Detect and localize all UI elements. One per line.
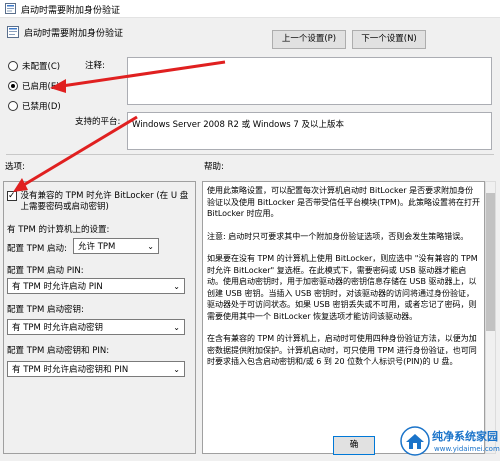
allow-no-tpm-option[interactable]: ✓ 没有兼容的 TPM 时允许 BitLocker (在 U 盘上需要密码或启动… [7, 191, 193, 213]
site-watermark: 纯净系统家园 www.yidaimei.com [400, 420, 500, 461]
supported-platform-field: Windows Server 2008 R2 或 Windows 7 及以上版本 [127, 112, 492, 150]
checkbox-label: 没有兼容的 TPM 时允许 BitLocker (在 U 盘上需要密码或启动密钥… [20, 191, 189, 212]
dropdown-value: 有 TPM 时允许启动密钥和 PIN [12, 365, 129, 375]
tpm-key-dropdown[interactable]: 有 TPM 时允许启动密钥 ⌄ [7, 319, 185, 335]
title-bar: 启动时需要附加身份验证 [0, 0, 500, 18]
help-paragraph: 使用此策略设置，可以配置每次计算机启动时 BitLocker 是否要求附加身份验… [207, 186, 480, 218]
radio-disabled[interactable]: 已禁用(D) [8, 100, 61, 112]
options-panel [3, 181, 196, 454]
radio-label: 已禁用(D) [22, 102, 61, 112]
tpm-key-pin-label: 配置 TPM 启动密钥和 PIN: [7, 346, 110, 356]
scrollbar-thumb[interactable] [486, 193, 495, 331]
tpm-startup-label: 配置 TPM 启动: [7, 244, 67, 254]
radio-button[interactable] [8, 81, 18, 91]
radio-label: 未配置(C) [22, 62, 61, 72]
tpm-settings-label: 有 TPM 的计算机上的设置: [7, 225, 110, 235]
tpm-pin-dropdown[interactable]: 有 TPM 时允许启动 PIN ⌄ [7, 278, 185, 294]
comment-label: 注释: [85, 61, 105, 71]
help-paragraph: 注意: 启动时只可要求其中一个附加身份验证选项，否则会发生策略错误。 [207, 231, 469, 241]
radio-enabled[interactable]: 已启用(E) [8, 80, 60, 92]
chevron-down-icon: ⌄ [147, 241, 154, 251]
next-setting-button[interactable]: 下一个设置(N) [352, 30, 426, 49]
watermark-url: www.yidaimei.com [434, 445, 500, 453]
checkbox[interactable]: ✓ [7, 191, 17, 201]
window-title: 启动时需要附加身份验证 [21, 6, 121, 16]
dropdown-value: 有 TPM 时允许启动密钥 [12, 323, 104, 333]
chevron-down-icon: ⌄ [173, 281, 180, 291]
house-logo-icon [400, 426, 430, 456]
divider [6, 154, 494, 155]
policy-icon [7, 26, 19, 38]
chevron-down-icon: ⌄ [173, 322, 180, 332]
help-section-label: 帮助: [204, 162, 224, 172]
dropdown-value: 有 TPM 时允许启动 PIN [12, 282, 103, 292]
options-section-label: 选项: [5, 162, 25, 172]
radio-button[interactable] [8, 61, 18, 71]
previous-setting-button[interactable]: 上一个设置(P) [272, 30, 346, 49]
tpm-key-label: 配置 TPM 启动密钥: [7, 305, 84, 315]
help-text-panel: 使用此策略设置，可以配置每次计算机启动时 BitLocker 是否要求附加身份验… [202, 181, 485, 454]
dropdown-value: 允许 TPM [78, 242, 116, 252]
ok-button[interactable]: 确 [333, 436, 375, 455]
radio-not-configured[interactable]: 未配置(C) [8, 60, 60, 72]
radio-button[interactable] [8, 101, 18, 111]
chevron-down-icon: ⌄ [173, 364, 180, 374]
policy-icon [5, 3, 16, 14]
help-paragraph: 如果要在没有 TPM 的计算机上使用 BitLocker，则应选中 "没有兼容的… [207, 254, 478, 321]
platform-label: 支持的平台: [75, 117, 121, 127]
comment-field[interactable] [127, 57, 492, 105]
tpm-pin-label: 配置 TPM 启动 PIN: [7, 266, 84, 276]
tpm-key-pin-dropdown[interactable]: 有 TPM 时允许启动密钥和 PIN ⌄ [7, 361, 185, 377]
tpm-startup-dropdown[interactable]: 允许 TPM ⌄ [73, 238, 159, 254]
policy-title: 启动时需要附加身份验证 [24, 29, 124, 39]
watermark-brand: 纯净系统家园 [432, 430, 498, 443]
help-paragraph: 在含有兼容的 TPM 的计算机上，启动时可使用四种身份验证方法，以便为加密数据提… [207, 334, 477, 366]
radio-label: 已启用(E) [22, 82, 60, 92]
